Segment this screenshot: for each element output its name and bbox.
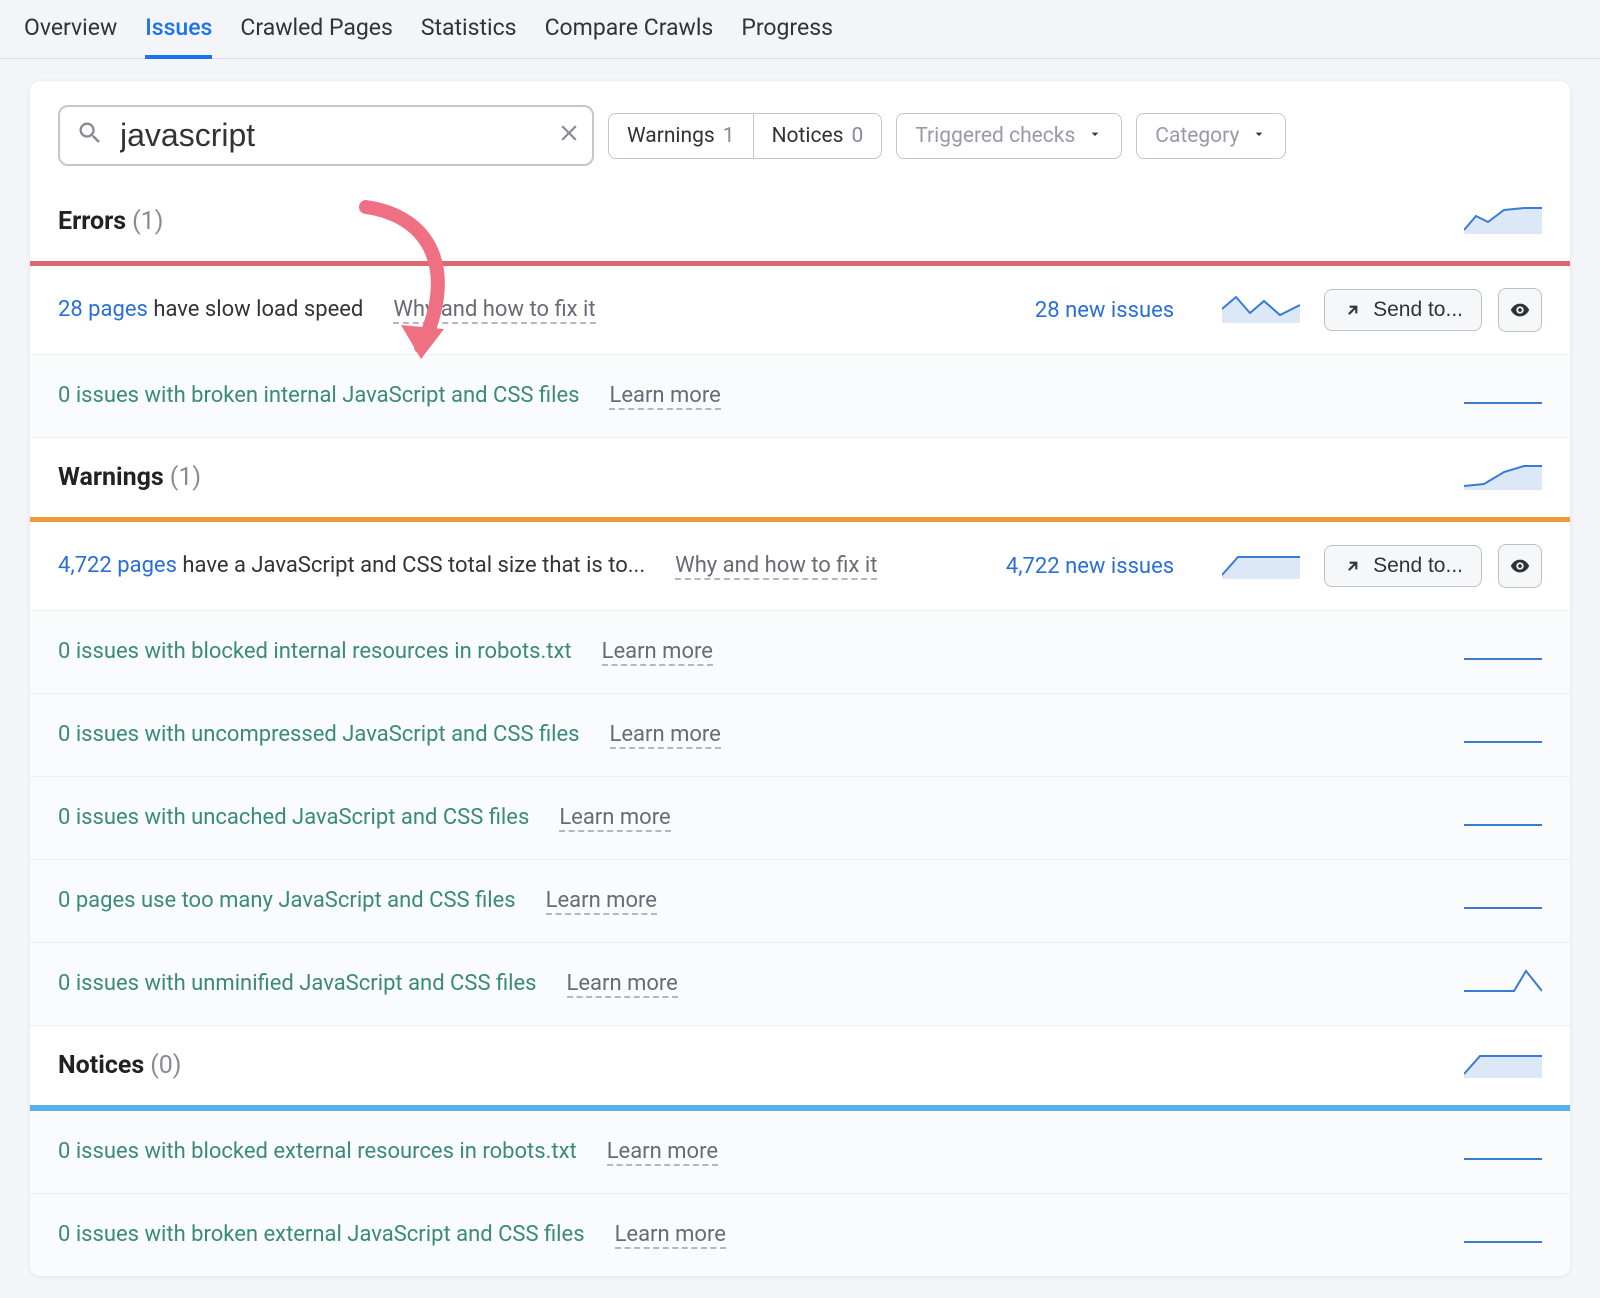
view-icon-button[interactable] — [1498, 288, 1542, 332]
issue-text: 0 issues with uncompressed JavaScript an… — [58, 722, 580, 747]
issue-row-broken-internal-js-css[interactable]: 0 issues with broken internal JavaScript… — [30, 355, 1570, 438]
issue-row-slow-load[interactable]: 28 pages have slow load speed Why and ho… — [30, 266, 1570, 355]
chevron-down-icon — [1251, 124, 1267, 148]
issue-row-unminified-js-css[interactable]: 0 issues with unminified JavaScript and … — [30, 943, 1570, 1026]
errors-sparkline — [1464, 202, 1542, 241]
issue-row-too-many-js-css[interactable]: 0 pages use too many JavaScript and CSS … — [30, 860, 1570, 943]
new-issues-link[interactable]: 4,722 new issues — [1006, 554, 1174, 579]
warnings-sparkline — [1464, 458, 1542, 497]
send-to-label: Send to... — [1373, 298, 1463, 322]
learn-more-link[interactable]: Learn more — [559, 805, 670, 832]
learn-more-link[interactable]: Learn more — [567, 971, 678, 998]
tab-statistics[interactable]: Statistics — [421, 14, 517, 58]
issue-row-uncached-js-css[interactable]: 0 issues with uncached JavaScript and CS… — [30, 777, 1570, 860]
sparkline — [1464, 716, 1542, 754]
issues-panel: Warnings 1 Notices 0 Triggered checks Ca… — [30, 81, 1570, 1276]
seg-warnings[interactable]: Warnings 1 — [609, 114, 754, 158]
issue-text: have slow load speed — [148, 297, 363, 322]
sparkline — [1464, 882, 1542, 920]
tab-crawled-pages[interactable]: Crawled Pages — [240, 14, 392, 58]
triggered-label: Triggered checks — [915, 124, 1075, 148]
severity-segmented: Warnings 1 Notices 0 — [608, 113, 882, 159]
learn-more-link[interactable]: Learn more — [609, 383, 720, 410]
notices-sparkline — [1464, 1046, 1542, 1085]
sparkline — [1464, 1133, 1542, 1171]
issue-text: 0 issues with blocked external resources… — [58, 1139, 577, 1164]
seg-notices-count: 0 — [851, 124, 863, 148]
issue-text: 0 issues with broken internal JavaScript… — [58, 383, 579, 408]
warnings-title: Warnings — [58, 463, 164, 492]
why-fix-link[interactable]: Why and how to fix it — [675, 553, 877, 580]
nav-tabs: Overview Issues Crawled Pages Statistics… — [0, 0, 1600, 59]
send-to-button[interactable]: Send to... — [1324, 289, 1482, 331]
tab-compare-crawls[interactable]: Compare Crawls — [545, 14, 714, 58]
send-to-label: Send to... — [1373, 554, 1463, 578]
issue-text: 0 issues with blocked internal resources… — [58, 639, 572, 664]
learn-more-link[interactable]: Learn more — [610, 722, 721, 749]
seg-warnings-count: 1 — [723, 124, 735, 148]
sparkline — [1464, 633, 1542, 671]
sparkline — [1464, 1216, 1542, 1254]
triggered-checks-dropdown[interactable]: Triggered checks — [896, 113, 1122, 159]
chevron-down-icon — [1087, 124, 1103, 148]
issue-text: 0 issues with broken external JavaScript… — [58, 1222, 585, 1247]
tab-overview[interactable]: Overview — [24, 14, 117, 58]
section-notices-header: Notices (0) — [30, 1026, 1570, 1105]
sparkline — [1464, 377, 1542, 415]
errors-title: Errors — [58, 207, 126, 236]
learn-more-link[interactable]: Learn more — [615, 1222, 726, 1249]
issue-text: 0 issues with uncached JavaScript and CS… — [58, 805, 529, 830]
errors-count: (1) — [132, 207, 163, 236]
learn-more-link[interactable]: Learn more — [602, 639, 713, 666]
learn-more-link[interactable]: Learn more — [546, 888, 657, 915]
tab-issues[interactable]: Issues — [145, 14, 212, 59]
search-input[interactable] — [120, 117, 540, 154]
category-dropdown[interactable]: Category — [1136, 113, 1286, 159]
issue-pages-link[interactable]: 28 pages — [58, 297, 148, 322]
issue-row-blocked-internal-robots[interactable]: 0 issues with blocked internal resources… — [30, 611, 1570, 694]
notices-count: (0) — [150, 1051, 181, 1080]
issue-row-broken-external-js-css[interactable]: 0 issues with broken external JavaScript… — [30, 1194, 1570, 1276]
issue-text: 0 issues with unminified JavaScript and … — [58, 971, 537, 996]
issue-row-uncompressed-js-css[interactable]: 0 issues with uncompressed JavaScript an… — [30, 694, 1570, 777]
new-issues-link[interactable]: 28 new issues — [1035, 298, 1174, 323]
tab-progress[interactable]: Progress — [741, 14, 833, 58]
why-fix-link[interactable]: Why and how to fix it — [393, 297, 595, 324]
sparkline — [1464, 799, 1542, 837]
seg-warnings-label: Warnings — [627, 124, 715, 148]
category-label: Category — [1155, 124, 1239, 148]
search-icon — [76, 119, 104, 153]
search-box[interactable] — [58, 105, 594, 166]
issue-pages-link[interactable]: 4,722 pages — [58, 553, 177, 578]
toolbar: Warnings 1 Notices 0 Triggered checks Ca… — [30, 81, 1570, 182]
learn-more-link[interactable]: Learn more — [607, 1139, 718, 1166]
warnings-count: (1) — [170, 463, 201, 492]
issue-row-js-css-size[interactable]: 4,722 pages have a JavaScript and CSS to… — [30, 522, 1570, 611]
send-to-button[interactable]: Send to... — [1324, 545, 1482, 587]
sparkline — [1222, 291, 1300, 329]
view-icon-button[interactable] — [1498, 544, 1542, 588]
section-warnings-header: Warnings (1) — [30, 438, 1570, 517]
seg-notices-label: Notices — [772, 124, 844, 148]
section-errors-header: Errors (1) — [30, 182, 1570, 261]
sparkline — [1222, 547, 1300, 585]
notices-title: Notices — [58, 1051, 144, 1080]
seg-notices[interactable]: Notices 0 — [754, 114, 882, 158]
issue-text: 0 pages use too many JavaScript and CSS … — [58, 888, 516, 913]
sparkline — [1464, 965, 1542, 1003]
issue-row-blocked-external-robots[interactable]: 0 issues with blocked external resources… — [30, 1111, 1570, 1194]
issue-text: have a JavaScript and CSS total size tha… — [177, 553, 645, 578]
clear-icon[interactable] — [556, 120, 582, 152]
